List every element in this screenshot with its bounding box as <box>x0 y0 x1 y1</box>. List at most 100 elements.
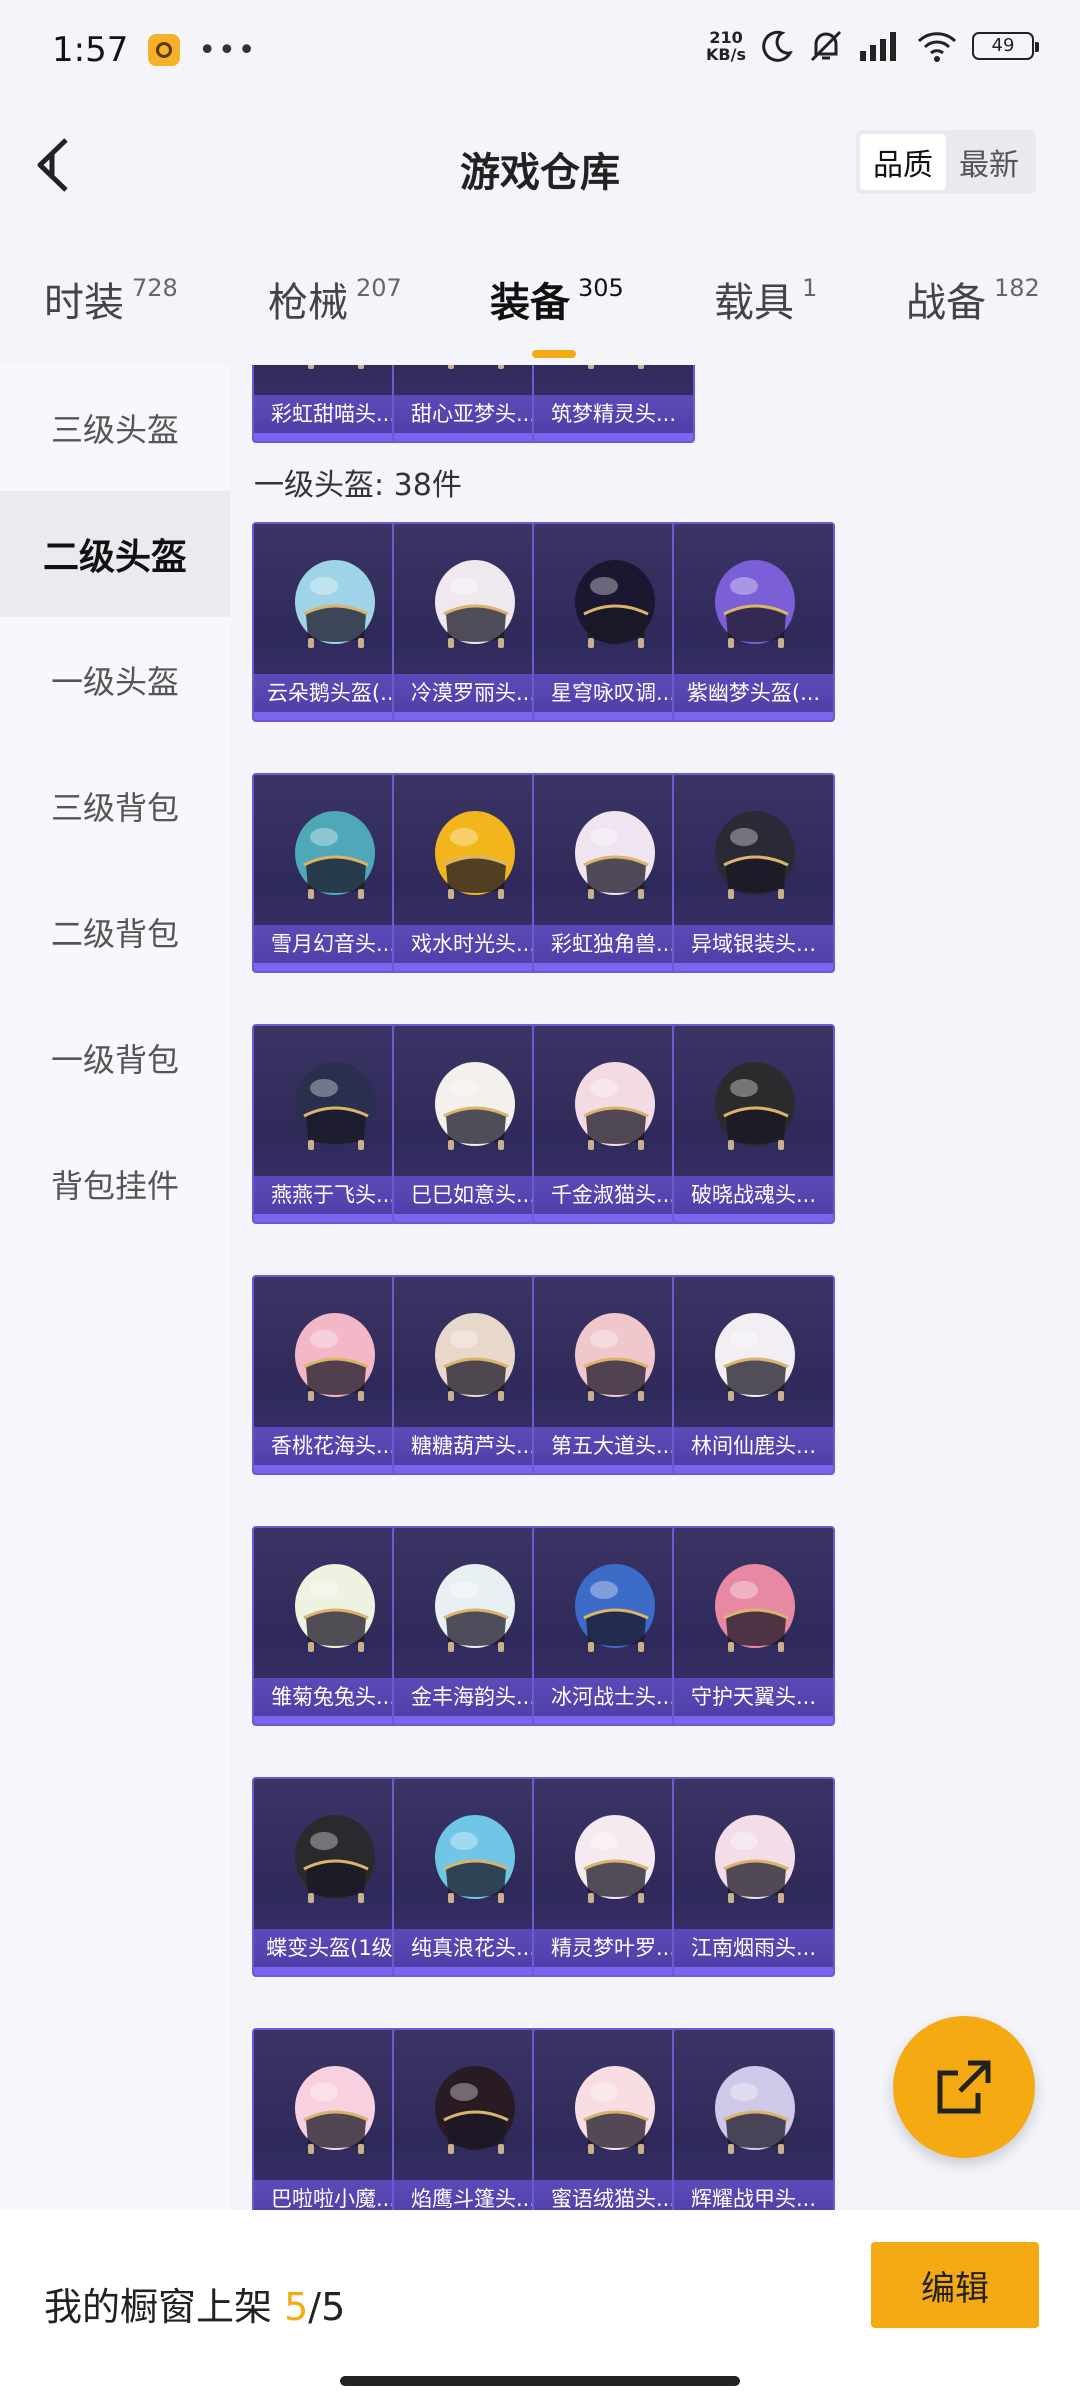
tab-fashion[interactable]: 时装 728 <box>44 270 178 328</box>
item-card[interactable]: 异域银装头... <box>672 773 835 973</box>
item-card[interactable]: 破晓战魂头... <box>672 1024 835 1224</box>
helmet-icon <box>715 1564 795 1652</box>
helmet-icon <box>295 811 375 899</box>
battery-icon: 49 <box>972 32 1039 60</box>
bottom-bar: 我的橱窗上架 5/5 编辑 <box>0 2210 1080 2400</box>
item-card[interactable]: 焰鹰斗篷头... <box>392 2028 555 2215</box>
sidebar-item-level1-helmet[interactable]: 一级头盔 <box>0 617 230 743</box>
item-card[interactable]: 冷漠罗丽头... <box>392 522 555 722</box>
helmet-icon <box>715 1062 795 1150</box>
item-card[interactable]: 香桃花海头... <box>252 1275 415 1475</box>
status-time: 1:57 <box>52 30 129 70</box>
helmet-icon <box>435 2066 515 2154</box>
sidebar-item-level2-backpack[interactable]: 二级背包 <box>0 869 230 995</box>
quality-strip <box>254 1967 413 1975</box>
helmet-icon <box>575 1564 655 1652</box>
sidebar-item-backpack-charm[interactable]: 背包挂件 <box>0 1121 230 1247</box>
helmet-icon <box>295 2066 375 2154</box>
showcase-total-count: /5 <box>308 2285 346 2329</box>
helmet-icon <box>575 1062 655 1150</box>
quality-strip <box>394 1967 553 1975</box>
tab-guns[interactable]: 枪械 207 <box>268 270 402 328</box>
showcase-current-count: 5 <box>284 2285 309 2329</box>
item-card[interactable]: 雏菊兔兔头... <box>252 1526 415 1726</box>
sort-toggle[interactable]: 品质 最新 <box>856 130 1036 194</box>
helmet-icon <box>575 811 655 899</box>
sidebar-item-level1-backpack[interactable]: 一级背包 <box>0 995 230 1121</box>
item-card[interactable]: 金丰海韵头... <box>392 1526 555 1726</box>
helmet-icon <box>295 1564 375 1652</box>
mute-icon <box>810 30 842 62</box>
item-card[interactable]: 林间仙鹿头... <box>672 1275 835 1475</box>
item-card[interactable]: 云朵鹅头盔(... <box>252 522 415 722</box>
edit-button[interactable]: 编辑 <box>871 2242 1039 2328</box>
helmet-icon <box>588 365 644 369</box>
item-card[interactable]: 雪月幻音头... <box>252 773 415 973</box>
item-card[interactable]: 蜜语绒猫头... <box>532 2028 695 2215</box>
item-name: 彩虹独角兽... <box>534 925 693 963</box>
item-card[interactable]: 守护天翼头... <box>672 1526 835 1726</box>
quality-strip <box>534 1465 693 1473</box>
helmet-icon <box>715 811 795 899</box>
back-button[interactable] <box>26 130 86 200</box>
app-notification-icon <box>148 34 181 66</box>
helmet-icon <box>435 1062 515 1150</box>
subcategory-sidebar: 三级头盔 二级头盔 一级头盔 三级背包 二级背包 一级背包 背包挂件 <box>0 365 230 2215</box>
item-card[interactable]: 甜心亚梦头... <box>392 365 555 443</box>
helmet-icon <box>295 1062 375 1150</box>
item-card[interactable]: 第五大道头... <box>532 1275 695 1475</box>
tab-equipment[interactable]: 装备 305 <box>490 270 624 358</box>
helmet-icon <box>715 1815 795 1903</box>
item-card[interactable]: 彩虹独角兽... <box>532 773 695 973</box>
item-grid: 一级头盔: 38件 彩虹甜喵头... 甜心亚梦头... 筑梦精灵头... 云朵鹅头盔(… <box>230 365 1080 2215</box>
item-name: 千金淑猫头... <box>534 1176 693 1214</box>
helmet-icon <box>435 1313 515 1401</box>
quality-strip <box>534 1967 693 1975</box>
item-card[interactable]: 冰河战士头... <box>532 1526 695 1726</box>
sidebar-item-level2-helmet[interactable]: 二级头盔 <box>0 491 230 617</box>
item-name: 戏水时光头... <box>394 925 553 963</box>
item-card[interactable]: 燕燕于飞头... <box>252 1024 415 1224</box>
helmet-icon <box>448 365 504 369</box>
item-card[interactable]: 巴啦啦小魔... <box>252 2028 415 2215</box>
quality-strip <box>394 1214 553 1222</box>
item-name: 林间仙鹿头... <box>674 1427 833 1465</box>
item-card[interactable]: 蝶变头盔(1级) <box>252 1777 415 1977</box>
item-card[interactable]: 纯真浪花头... <box>392 1777 555 1977</box>
sort-quality-button[interactable]: 品质 <box>860 134 946 190</box>
item-name: 彩虹甜喵头... <box>254 395 413 433</box>
item-name: 异域银装头... <box>674 925 833 963</box>
item-card[interactable]: 巳巳如意头... <box>392 1024 555 1224</box>
quality-strip <box>674 712 833 720</box>
quality-strip <box>674 1967 833 1975</box>
quality-strip <box>534 963 693 971</box>
quality-strip <box>394 433 553 441</box>
helmet-icon <box>295 1815 375 1903</box>
item-name: 糖糖葫芦头... <box>394 1427 553 1465</box>
item-card[interactable]: 彩虹甜喵头... <box>252 365 415 443</box>
item-card[interactable]: 精灵梦叶罗... <box>532 1777 695 1977</box>
tab-vehicles[interactable]: 载具 1 <box>714 270 817 328</box>
item-card[interactable]: 辉耀战甲头... <box>672 2028 835 2215</box>
helmet-icon <box>715 560 795 648</box>
item-card[interactable]: 戏水时光头... <box>392 773 555 973</box>
quality-strip <box>254 1214 413 1222</box>
item-card[interactable]: 千金淑猫头... <box>532 1024 695 1224</box>
sort-latest-button[interactable]: 最新 <box>946 134 1032 190</box>
sidebar-item-level3-backpack[interactable]: 三级背包 <box>0 743 230 869</box>
item-name: 蝶变头盔(1级) <box>254 1929 413 1967</box>
item-card[interactable]: 紫幽梦头盔(... <box>672 522 835 722</box>
item-card[interactable]: 筑梦精灵头... <box>532 365 695 443</box>
item-name: 紫幽梦头盔(... <box>674 674 833 712</box>
app-header: 游戏仓库 品质 最新 <box>0 100 1080 230</box>
item-name: 第五大道头... <box>534 1427 693 1465</box>
tab-supplies[interactable]: 战备 182 <box>906 270 1040 328</box>
item-card[interactable]: 糖糖葫芦头... <box>392 1275 555 1475</box>
sidebar-item-level3-helmet[interactable]: 三级头盔 <box>0 365 230 491</box>
back-arrow-icon <box>37 138 68 192</box>
item-card[interactable]: 江南烟雨头... <box>672 1777 835 1977</box>
active-tab-indicator <box>532 350 576 358</box>
share-button[interactable] <box>893 2016 1035 2158</box>
item-card[interactable]: 星穹咏叹调... <box>532 522 695 722</box>
wifi-icon <box>917 32 957 62</box>
